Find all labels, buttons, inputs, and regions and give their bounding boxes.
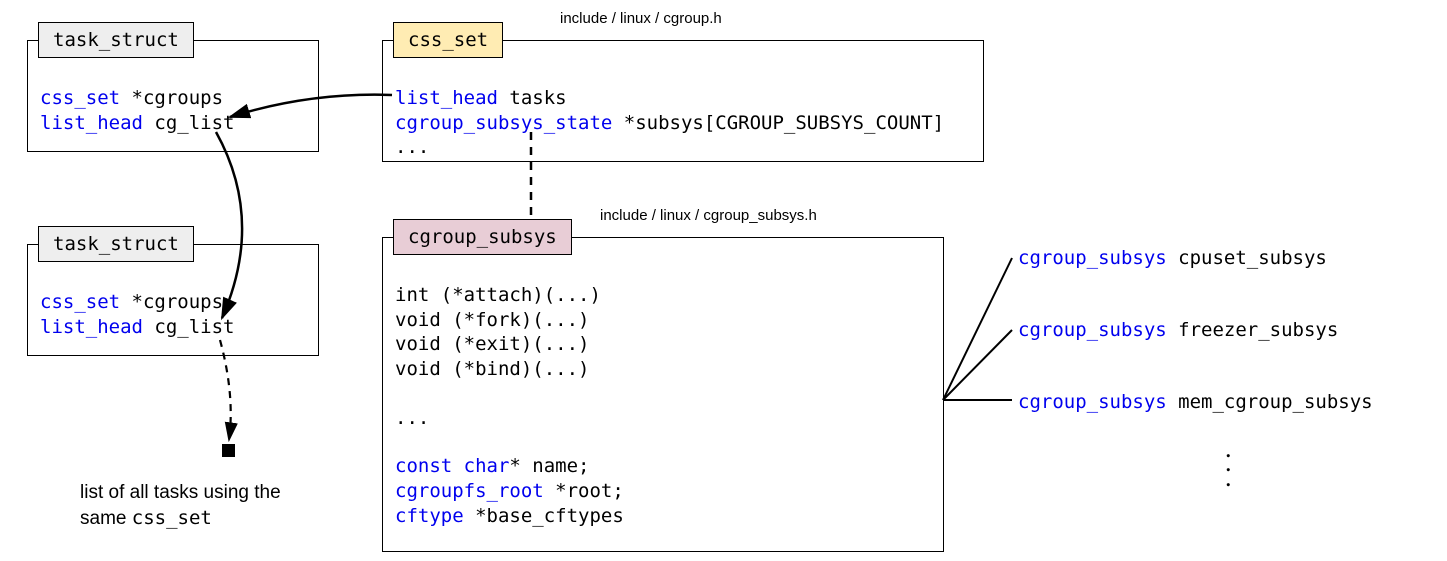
task-struct-1-body: css_set *cgroups list_head cg_list — [40, 86, 234, 135]
instance-mem: cgroup_subsys mem_cgroup_subsys — [1018, 390, 1373, 415]
task-struct-2-body: css_set *cgroups list_head cg_list — [40, 290, 234, 339]
diagram-canvas: task_struct css_set *cgroups list_head c… — [0, 0, 1447, 561]
cgroup-subsys-body: int (*attach)(...) void (*fork)(...) voi… — [395, 283, 624, 529]
css-set-tab: css_set — [393, 22, 503, 58]
instances-vdots: ... — [1225, 442, 1232, 485]
instance-cpuset: cgroup_subsys cpuset_subsys — [1018, 246, 1327, 271]
tasks-caption: list of all tasks using the same css_set — [80, 480, 340, 531]
cgroup-subsys-h-path: include / linux / cgroup_subsys.h — [600, 207, 817, 224]
css-set-body: list_head tasks cgroup_subsys_state *sub… — [395, 86, 944, 160]
task-struct-1-tab: task_struct — [38, 22, 194, 58]
cgroup-h-path: include / linux / cgroup.h — [560, 10, 722, 27]
cgroup-subsys-tab: cgroup_subsys — [393, 219, 572, 255]
instance-freezer: cgroup_subsys freezer_subsys — [1018, 318, 1338, 343]
task-struct-2-tab: task_struct — [38, 226, 194, 262]
